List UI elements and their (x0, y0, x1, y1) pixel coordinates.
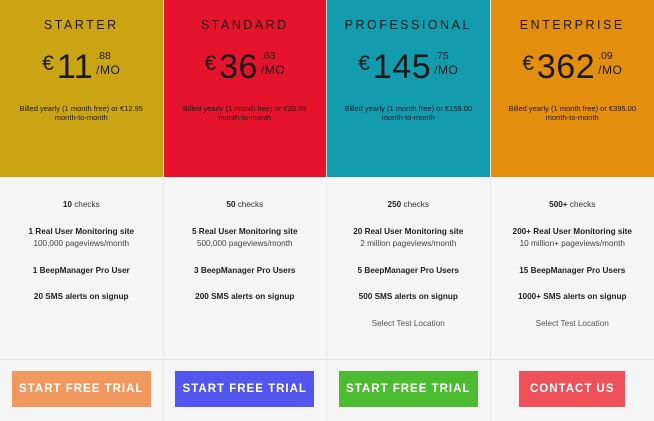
start-free-trial-button[interactable]: START FREE TRIAL (338, 371, 478, 407)
feature-item: 200 SMS alerts on signup (179, 291, 311, 304)
plan-price: €145.75/MO (358, 48, 458, 88)
feature-text: checks (401, 200, 429, 209)
feature-item: 50 checks (179, 199, 311, 212)
feature-value: 500 SMS alerts on signup (358, 292, 458, 301)
plan-header: ENTERPRISE €362.09/MO Billed yearly (1 mon… (490, 0, 654, 177)
plan-header: PROFESSIONAL €145.75/MO Billed yearly (1 m… (327, 0, 490, 177)
feature-detail: 2 million pageviews/month (360, 239, 457, 248)
feature-value: 1000+ SMS alerts on signup (517, 292, 627, 301)
feature-item: 5 Real User Monitoring site 500,000 pagev… (179, 226, 311, 251)
billing-note: Billed yearly (1 month free) or €159.00 … (344, 104, 473, 122)
feature-item: 3 BeepManager Pro Users (179, 265, 311, 278)
price-period: /MO (260, 63, 286, 77)
feature-value: 1 Real User Monitoring site (28, 226, 135, 236)
plan-name: STARTER (43, 18, 119, 32)
price-cents: .09 (598, 50, 613, 62)
plan-features: 50 checks 5 Real User Monitoring site 500,… (163, 177, 326, 359)
feature-item: 20 SMS alerts on signup (15, 291, 147, 304)
feature-item: 1 BeepManager Pro User (15, 265, 147, 278)
billing-note: Billed yearly (1 month free) or €395.00 … (508, 104, 637, 122)
plan-footer: CONTACT US (490, 359, 654, 421)
feature-item: 20 Real User Monitoring site 2 million pa… (342, 226, 474, 251)
feature-value: 250 (387, 200, 402, 209)
feature-value: 5 Real User Monitoring site (191, 226, 298, 236)
price-fraction: .88/MO (96, 51, 120, 77)
feature-item: 500 SMS alerts on signup (342, 291, 474, 304)
plan-column: STANDARD €36.63/MO Billed yearly (1 month … (163, 0, 327, 421)
feature-value: 10 (62, 200, 72, 209)
feature-item: 1000+ SMS alerts on signup (506, 291, 638, 304)
feature-item: 250 checks (342, 199, 474, 212)
price-fraction: .63/MO (261, 51, 285, 77)
currency-symbol: € (42, 52, 54, 75)
plan-column: ENTERPRISE €362.09/MO Billed yearly (1 mon… (490, 0, 654, 421)
feature-option: Select Test Location (371, 318, 445, 328)
currency-symbol: € (522, 52, 534, 75)
price-fraction: .75/MO (434, 51, 458, 77)
plan-column: STARTER €11.88/MO Billed yearly (1 month f… (0, 0, 164, 421)
feature-option: Select Test Location (535, 318, 609, 328)
plan-header: STANDARD €36.63/MO Billed yearly (1 month … (163, 0, 326, 177)
feature-text: checks (235, 200, 264, 209)
feature-item: Select Test Location (506, 318, 638, 331)
feature-value: 5 BeepManager Pro Users (357, 265, 459, 275)
currency-symbol: € (204, 52, 217, 75)
feature-detail: 10 million+ pageviews/month (519, 239, 625, 248)
price-fraction: .09/MO (598, 51, 622, 77)
feature-item: 10 checks (15, 199, 147, 212)
pricing-table: STARTER €11.88/MO Billed yearly (1 month f… (0, 0, 654, 421)
plan-name: PROFESSIONAL (344, 18, 472, 32)
billing-note: Billed yearly (1 month free) or €39.95 m… (183, 104, 307, 122)
feature-text: checks (567, 200, 596, 209)
price-period: /MO (96, 63, 121, 77)
price-period: /MO (598, 63, 623, 77)
start-free-trial-button[interactable]: START FREE TRIAL (175, 371, 315, 407)
plan-price: €36.63/MO (204, 48, 285, 88)
price-cents: .75 (434, 50, 449, 62)
plan-footer: START FREE TRIAL (163, 359, 326, 421)
contact-us-button[interactable]: CONTACT US (519, 371, 626, 407)
price-period: /MO (434, 63, 459, 77)
feature-value: 20 SMS alerts on signup (33, 292, 129, 301)
plan-column: PROFESSIONAL €145.75/MO Billed yearly (1 m… (327, 0, 491, 421)
feature-value: 1 BeepManager Pro User (32, 265, 130, 275)
billing-note: Billed yearly (1 month free) or €12.95 m… (19, 104, 143, 122)
plan-features: 250 checks 20 Real User Monitoring site 2 … (327, 177, 490, 359)
feature-value: 200+ Real User Monitoring site (512, 226, 632, 236)
feature-item: 5 BeepManager Pro Users (342, 265, 474, 278)
feature-text: checks (71, 200, 100, 209)
plan-name: STANDARD (200, 18, 289, 32)
start-free-trial-button[interactable]: START FREE TRIAL (11, 371, 151, 407)
plan-name: ENTERPRISE (519, 18, 625, 32)
feature-detail: 100,000 pageviews/month (33, 239, 130, 248)
price-whole: 11 (56, 48, 94, 86)
feature-value: 200 SMS alerts on signup (195, 292, 295, 301)
feature-value: 20 Real User Monitoring site (353, 226, 464, 236)
feature-item: 15 BeepManager Pro Users (506, 265, 638, 278)
plan-features: 10 checks 1 Real User Monitoring site 100,… (0, 177, 163, 359)
feature-detail: 500,000 pageviews/month (196, 239, 293, 248)
price-whole: 145 (372, 48, 432, 86)
price-whole: 36 (219, 48, 258, 86)
plan-footer: START FREE TRIAL (327, 359, 490, 421)
feature-value: 500+ (549, 200, 568, 209)
feature-value: 3 BeepManager Pro Users (194, 265, 296, 275)
plan-price: €11.88/MO (42, 48, 120, 88)
price-cents: .63 (260, 50, 276, 62)
feature-value: 15 BeepManager Pro Users (519, 265, 626, 275)
feature-item: 1 Real User Monitoring site 100,000 pagev… (15, 226, 147, 251)
currency-symbol: € (358, 52, 370, 75)
feature-item: 500+ checks (506, 199, 638, 212)
plan-footer: START FREE TRIAL (0, 359, 163, 421)
price-whole: 362 (536, 48, 596, 86)
plan-header: STARTER €11.88/MO Billed yearly (1 month f… (0, 0, 163, 177)
plan-price: €362.09/MO (522, 48, 622, 88)
price-cents: .88 (96, 50, 111, 62)
feature-item: 200+ Real User Monitoring site 10 million… (506, 226, 638, 251)
plan-features: 500+ checks 200+ Real User Monitoring sit… (490, 177, 654, 359)
feature-item: Select Test Location (342, 318, 474, 331)
